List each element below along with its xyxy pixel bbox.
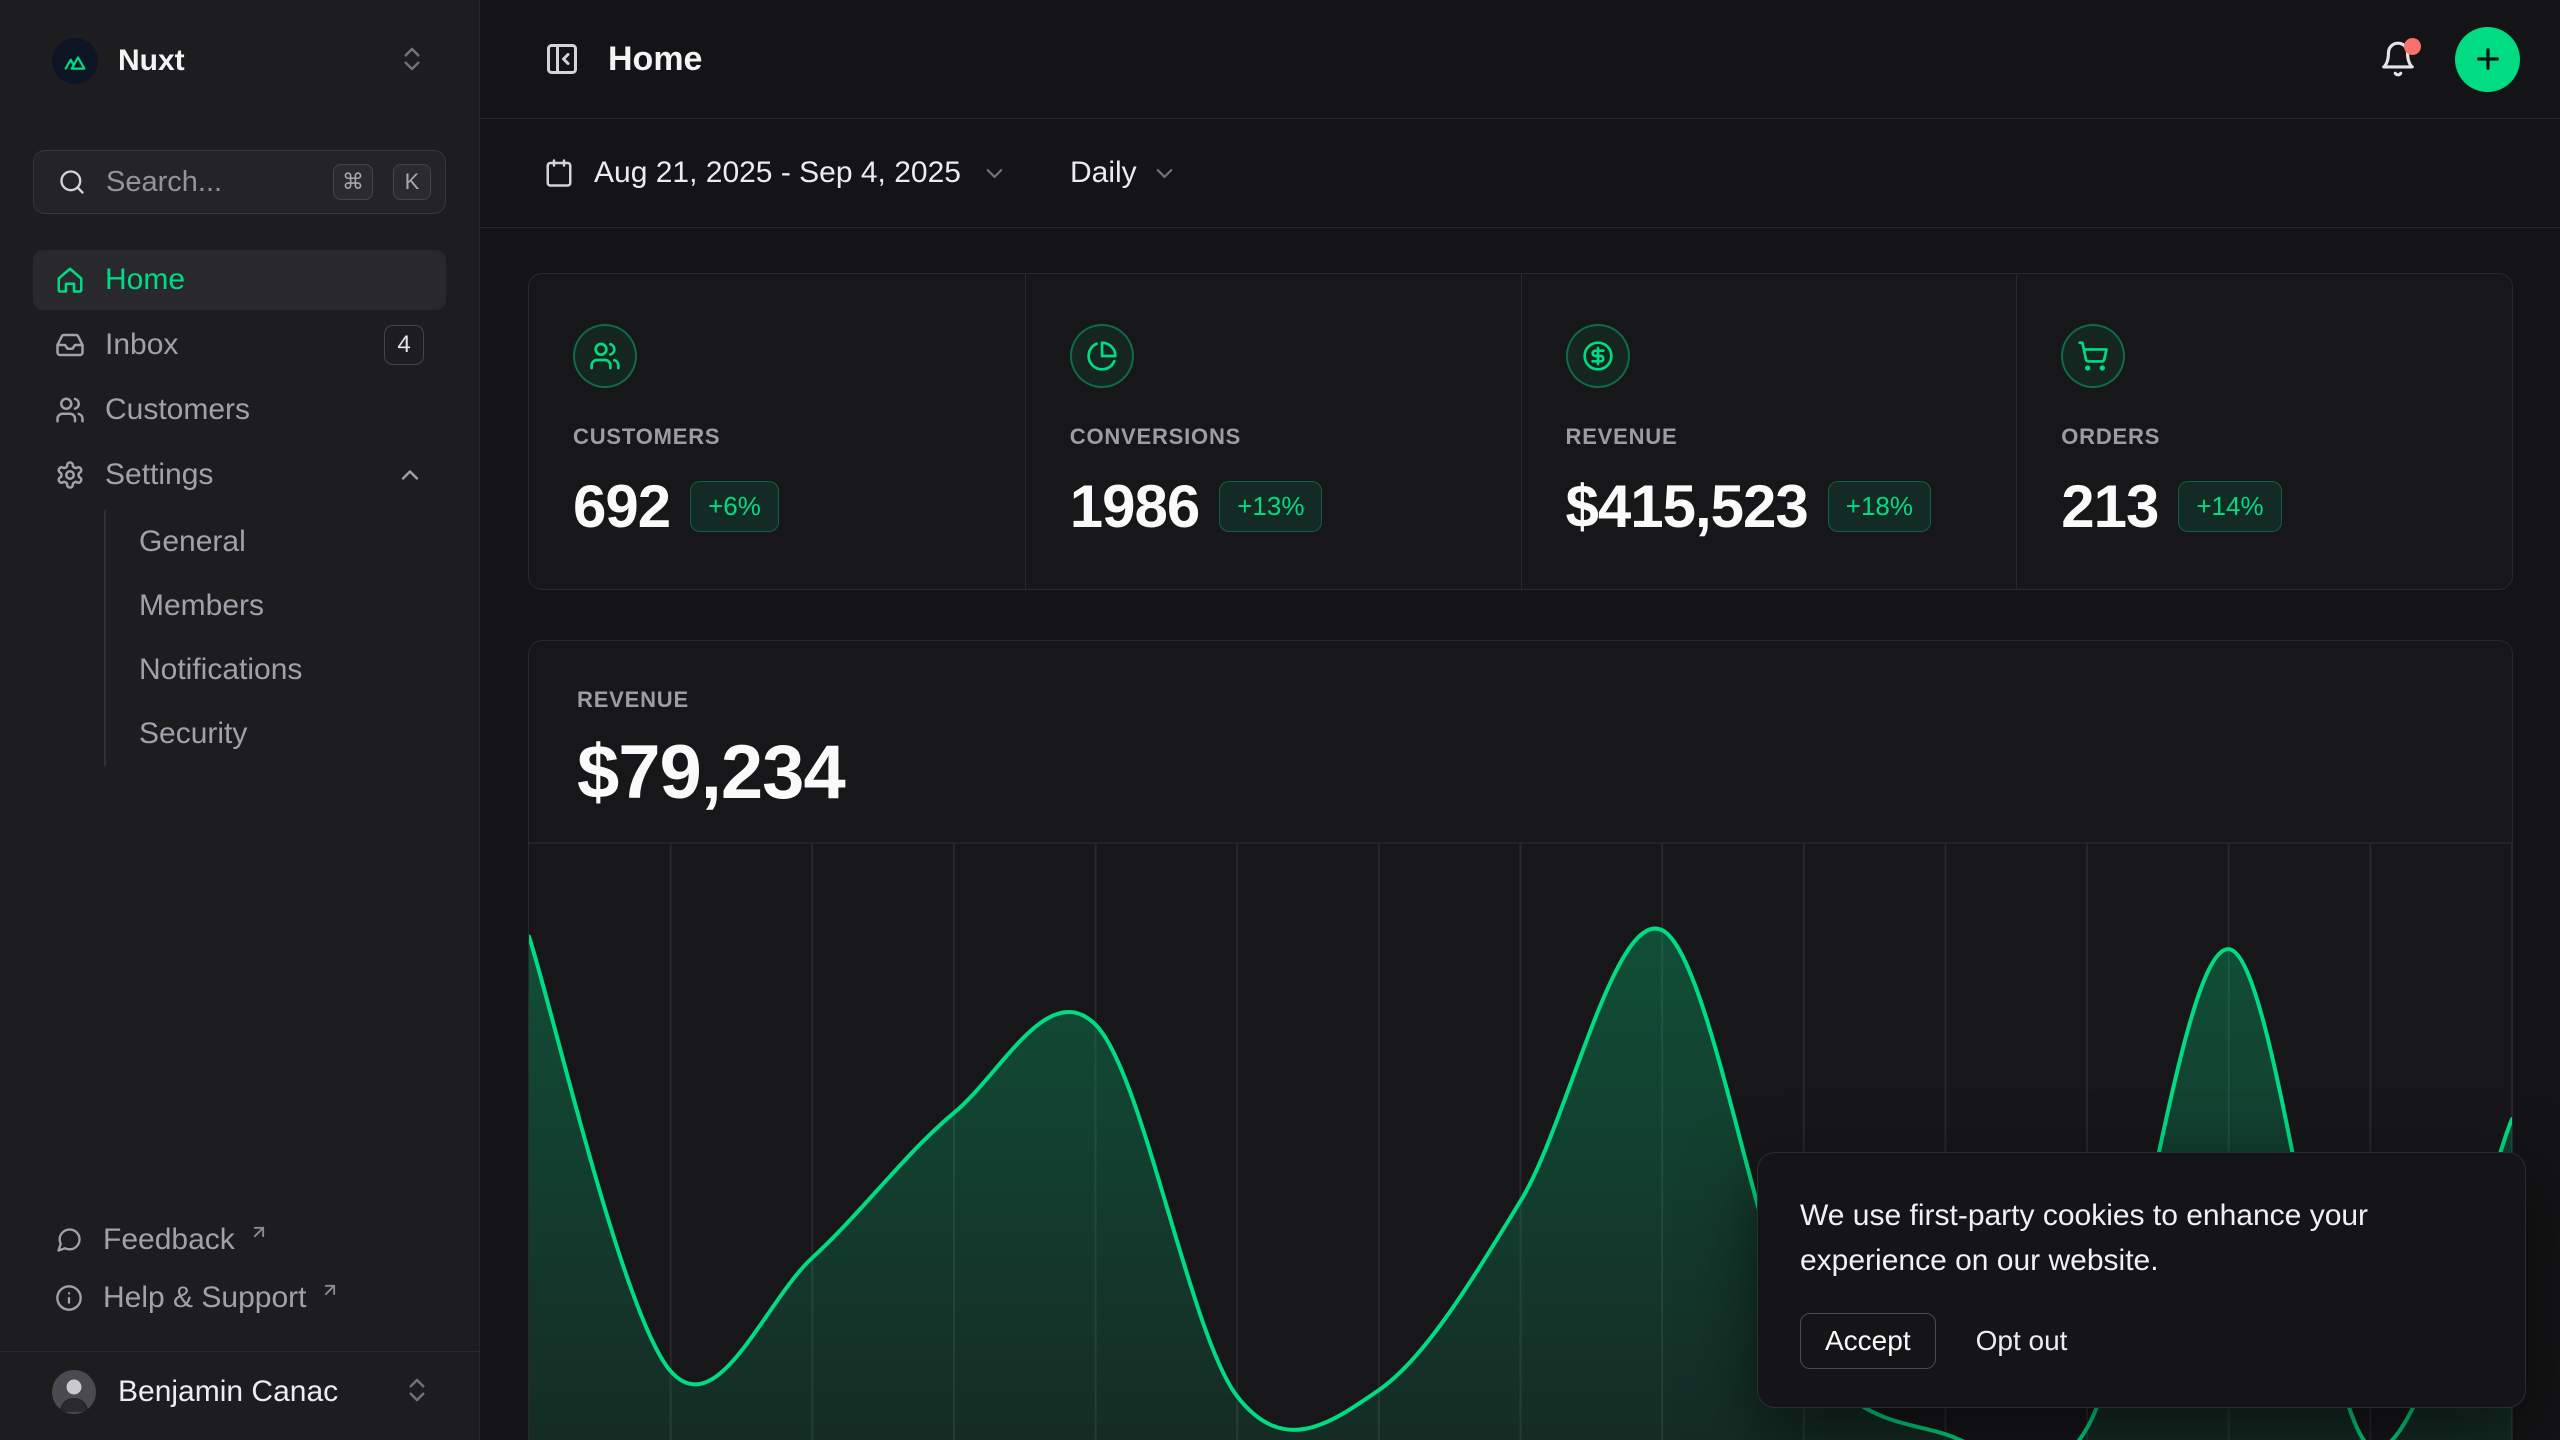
sidebar-item-label: Inbox: [105, 328, 178, 362]
plus-icon: [2472, 43, 2504, 75]
chevron-down-icon: [1151, 160, 1178, 187]
chevrons-up-down-icon: [402, 1375, 432, 1410]
external-link-icon: [249, 1216, 269, 1250]
page-header: Home: [480, 0, 2560, 119]
stat-customers[interactable]: CUSTOMERS 692 +6%: [529, 274, 1025, 589]
calendar-icon: [544, 158, 574, 188]
info-circle-icon: [55, 1284, 83, 1312]
date-range-picker[interactable]: Aug 21, 2025 - Sep 4, 2025: [544, 156, 1008, 190]
notification-dot: [2404, 38, 2421, 55]
stat-value: 1986: [1070, 472, 1199, 541]
stat-label: CONVERSIONS: [1070, 424, 1477, 450]
revenue-chart-total: $79,234: [577, 729, 2464, 816]
collapse-sidebar-button[interactable]: [544, 41, 580, 77]
chevron-up-icon: [396, 461, 424, 489]
feedback-link[interactable]: Feedback: [33, 1211, 446, 1269]
granularity-select[interactable]: Daily: [1070, 156, 1178, 190]
stat-delta-badge: +6%: [690, 481, 779, 532]
sidebar-item-settings[interactable]: Settings: [33, 445, 446, 505]
inbox-icon: [55, 330, 85, 360]
users-icon: [55, 395, 85, 425]
cart-icon: [2061, 324, 2125, 388]
stat-delta-badge: +13%: [1219, 481, 1322, 532]
inbox-count-badge: 4: [384, 325, 424, 365]
accept-button[interactable]: Accept: [1800, 1313, 1936, 1369]
sidebar-user-section: Benjamin Canac: [0, 1351, 479, 1440]
kbd-k: K: [393, 164, 431, 200]
kbd-cmd: ⌘: [333, 164, 373, 200]
home-icon: [55, 265, 85, 295]
stat-label: ORDERS: [2061, 424, 2468, 450]
cookie-message: We use first-party cookies to enhance yo…: [1800, 1193, 2460, 1283]
stat-value: 692: [573, 472, 670, 541]
stat-conversions[interactable]: CONVERSIONS 1986 +13%: [1025, 274, 1521, 589]
stat-label: CUSTOMERS: [573, 424, 981, 450]
sidebar-item-home[interactable]: Home: [33, 250, 446, 310]
sidebar-footer: Feedback Help & Support: [33, 1211, 446, 1351]
sidebar-item-security[interactable]: Security: [106, 702, 446, 766]
chevrons-up-down-icon: [397, 44, 427, 79]
filters-toolbar: Aug 21, 2025 - Sep 4, 2025 Daily: [480, 119, 2560, 228]
sidebar-item-notifications[interactable]: Notifications: [106, 638, 446, 702]
sidebar-item-customers[interactable]: Customers: [33, 380, 446, 440]
help-support-label: Help & Support: [103, 1281, 306, 1315]
pie-chart-icon: [1070, 324, 1134, 388]
gear-icon: [55, 460, 85, 490]
page-title: Home: [608, 40, 702, 79]
settings-sub-list: General Members Notifications Security: [104, 510, 446, 766]
stat-delta-badge: +14%: [2178, 481, 2281, 532]
stat-value: $415,523: [1566, 472, 1808, 541]
stat-revenue[interactable]: REVENUE $415,523 +18%: [1521, 274, 2017, 589]
org-name: Nuxt: [118, 44, 377, 78]
avatar: [52, 1370, 96, 1414]
sidebar-item-label: Home: [105, 263, 185, 297]
chevron-down-icon: [981, 160, 1008, 187]
search-icon: [58, 168, 86, 196]
feedback-label: Feedback: [103, 1223, 235, 1257]
sidebar-item-inbox[interactable]: Inbox 4: [33, 315, 446, 375]
stat-orders[interactable]: ORDERS 213 +14%: [2016, 274, 2512, 589]
nuxt-logo: [52, 38, 98, 84]
opt-out-button[interactable]: Opt out: [1976, 1325, 2068, 1357]
external-link-icon: [320, 1274, 340, 1308]
sidebar-item-label: Customers: [105, 393, 250, 427]
stat-delta-badge: +18%: [1828, 481, 1931, 532]
search-input[interactable]: Search... ⌘ K: [33, 150, 446, 214]
cookie-banner: We use first-party cookies to enhance yo…: [1757, 1152, 2526, 1408]
revenue-chart-label: REVENUE: [577, 687, 2464, 713]
message-bubble-icon: [55, 1226, 83, 1254]
dollar-circle-icon: [1566, 324, 1630, 388]
stat-label: REVENUE: [1566, 424, 1973, 450]
user-menu[interactable]: Benjamin Canac: [52, 1370, 432, 1414]
help-support-link[interactable]: Help & Support: [33, 1269, 446, 1327]
search-placeholder: Search...: [106, 166, 313, 199]
user-name: Benjamin Canac: [118, 1375, 380, 1409]
users-icon: [573, 324, 637, 388]
stat-value: 213: [2061, 472, 2158, 541]
stats-row: CUSTOMERS 692 +6% CONVERSIONS 1986 +13%: [528, 273, 2513, 590]
sidebar: Nuxt Search... ⌘ K Home: [0, 0, 480, 1440]
panel-left-close-icon: [544, 41, 580, 77]
add-button[interactable]: [2455, 27, 2520, 92]
sidebar-item-general[interactable]: General: [106, 510, 446, 574]
sidebar-nav: Home Inbox 4 Customers: [33, 250, 446, 766]
granularity-value: Daily: [1070, 156, 1137, 190]
sidebar-item-label: Settings: [105, 458, 213, 492]
notifications-button[interactable]: [2379, 40, 2417, 78]
sidebar-item-members[interactable]: Members: [106, 574, 446, 638]
date-range-value: Aug 21, 2025 - Sep 4, 2025: [594, 156, 961, 190]
org-switcher[interactable]: Nuxt: [33, 30, 446, 92]
